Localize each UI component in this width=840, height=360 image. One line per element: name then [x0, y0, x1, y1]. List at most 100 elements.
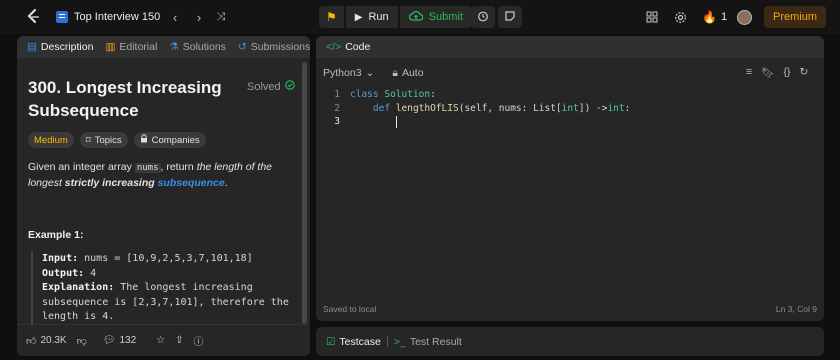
- fire-icon: 🔥: [702, 10, 717, 24]
- prev-problem-icon[interactable]: ‹: [167, 8, 183, 26]
- run-button[interactable]: ▶ Run: [345, 6, 398, 28]
- code-toolbar: Python3 ⌄ 🔒︎ Auto ≡ 🔖︎ {} ↻: [316, 62, 824, 84]
- run-label: Run: [368, 11, 389, 23]
- next-problem-icon[interactable]: ›: [191, 8, 207, 26]
- save-status: Saved to local: [323, 304, 377, 314]
- code-tab-bar: </> Code: [316, 36, 824, 58]
- alarm-clock-icon: [477, 10, 489, 25]
- tab-description[interactable]: ▤ Description: [27, 41, 99, 53]
- line-number: 2: [334, 102, 340, 114]
- star-icon[interactable]: ☆: [156, 335, 165, 346]
- tab-solutions-label: Solutions: [182, 41, 226, 53]
- problem-list-button[interactable]: Top Interview 150: [56, 8, 160, 26]
- chevron-down-icon: ⌄: [365, 67, 375, 79]
- submit-button[interactable]: Submit: [399, 6, 472, 28]
- settings-gear-icon[interactable]: [674, 7, 687, 27]
- code-panel: </> Code Python3 ⌄ 🔒︎ Auto ≡ 🔖︎ {} ↻ 1 c…: [316, 36, 824, 321]
- shuffle-icon[interactable]: ⤨: [213, 8, 229, 26]
- code-line: 2 def lengthOfLIS (self, nums: List[int])…: [316, 102, 824, 116]
- tab-code-label: Code: [345, 41, 371, 53]
- tab-submissions[interactable]: ↺ Submissions: [238, 41, 310, 53]
- desc-strong: strictly increasing: [64, 177, 155, 189]
- braces-icon[interactable]: {}: [783, 66, 790, 79]
- tab-editorial-label: Editorial: [119, 41, 158, 53]
- inline-code: nums: [134, 163, 161, 173]
- help-icon[interactable]: ⓘ: [194, 333, 204, 348]
- description-footer: 👍︎ 20.3K 👎︎ 💬︎ 132 ☆ ⇪ ⓘ: [17, 324, 310, 356]
- tab-divider: [386, 336, 388, 347]
- reset-icon[interactable]: ↻: [800, 66, 809, 79]
- tab-testcase-label: Testcase: [339, 335, 381, 348]
- tab-editorial[interactable]: ▥ Editorial: [105, 41, 163, 53]
- terminal-icon: >_: [393, 335, 406, 348]
- topics-label: Topics: [94, 134, 122, 146]
- code-line: 1 class Solution:: [316, 88, 824, 102]
- debug-button[interactable]: ⚑: [319, 6, 344, 28]
- input-value: nums = [10,9,2,5,3,7,101,18]: [78, 253, 253, 264]
- premium-button[interactable]: Premium: [764, 6, 826, 28]
- output-value: 4: [84, 267, 97, 279]
- document-icon: ▤: [27, 41, 37, 53]
- tab-testcase[interactable]: ☑ Testcase: [326, 336, 387, 348]
- desc-text: Given an integer array: [28, 161, 135, 173]
- difficulty-badge: Medium: [28, 132, 74, 148]
- problem-list-icon: [56, 11, 68, 23]
- code-editor[interactable]: 1 class Solution: 2 def lengthOfLIS (self…: [316, 88, 824, 129]
- solved-status: Solved: [247, 80, 295, 93]
- tab-solutions[interactable]: ⚗ Solutions: [169, 41, 232, 53]
- editor-actions: ≡ 🔖︎ {} ↻: [746, 66, 808, 79]
- text-cursor: [395, 115, 397, 128]
- check-circle-icon: [284, 80, 295, 93]
- lock-icon: 🔒︎: [392, 66, 398, 79]
- tab-test-result[interactable]: >_ Test Result: [394, 336, 468, 348]
- comment-count: 132: [119, 335, 137, 346]
- leetcode-logo-icon[interactable]: [24, 8, 42, 26]
- problem-title: 300. Longest Increasing Subsequence: [28, 78, 222, 120]
- line-number: 1: [334, 89, 340, 101]
- thumbs-down-icon[interactable]: 👎︎: [77, 335, 87, 347]
- subsequence-link[interactable]: subsequence: [158, 177, 225, 189]
- cloud-upload-icon: [408, 10, 423, 25]
- line-number: 3: [334, 116, 340, 128]
- streak-counter[interactable]: 🔥 1: [702, 7, 727, 27]
- format-icon[interactable]: ≡: [746, 66, 752, 79]
- desc-text: .: [224, 177, 228, 189]
- tab-test-result-label: Test Result: [409, 335, 462, 348]
- comment-icon: 💬︎: [102, 335, 116, 346]
- flask-icon: ⚗: [169, 41, 179, 53]
- code-brackets-icon: </>: [326, 41, 342, 53]
- input-label: Input:: [42, 253, 79, 264]
- layout-grid-icon[interactable]: [646, 7, 658, 27]
- thumbs-up-icon: 👍︎: [26, 335, 37, 347]
- topics-button[interactable]: ⌑ Topics: [79, 132, 128, 148]
- bookmark-icon[interactable]: 🔖︎: [761, 66, 774, 79]
- test-tab-bar: ☑ Testcase >_ Test Result: [316, 327, 824, 356]
- problem-list-label: Top Interview 150: [74, 11, 161, 23]
- example-title: Example 1:: [28, 229, 84, 241]
- share-icon[interactable]: ⇪: [175, 335, 183, 346]
- book-icon: ▥: [105, 41, 116, 53]
- avatar[interactable]: [737, 7, 752, 27]
- problem-description: Given an integer array nums, return the …: [28, 160, 278, 191]
- tag-icon: ⌑: [85, 134, 91, 146]
- timer-button[interactable]: [471, 6, 495, 28]
- top-bar: Top Interview 150 ‹ › ⤨ ⚑ ▶ Run Submit 🔥…: [0, 0, 840, 34]
- description-panel: ▤ Description ▥ Editorial ⚗ Solutions ↺ …: [17, 36, 310, 356]
- explanation-label: Explanation:: [42, 282, 115, 293]
- comments-button[interactable]: 💬︎ 132: [103, 335, 136, 346]
- like-button[interactable]: 👍︎ 20.3K: [26, 335, 67, 347]
- example-block: Input: nums = [10,9,2,5,3,7,101,18] Outp…: [31, 252, 289, 325]
- debug-icon: ⚑: [326, 10, 337, 24]
- problem-tags: Medium ⌑ Topics Companies: [28, 132, 206, 148]
- companies-button[interactable]: Companies: [133, 132, 206, 148]
- language-select[interactable]: Python3 ⌄: [323, 67, 374, 79]
- output-label: Output:: [42, 267, 85, 279]
- tab-code[interactable]: </> Code: [326, 41, 376, 53]
- desc-text: , return: [160, 161, 197, 173]
- description-scrollbar[interactable]: [302, 62, 307, 324]
- notes-button[interactable]: [498, 6, 522, 28]
- companies-label: Companies: [151, 134, 200, 146]
- tab-description-label: Description: [40, 41, 94, 53]
- lock-icon: [140, 134, 148, 146]
- auto-toggle[interactable]: 🔒︎ Auto: [392, 67, 423, 80]
